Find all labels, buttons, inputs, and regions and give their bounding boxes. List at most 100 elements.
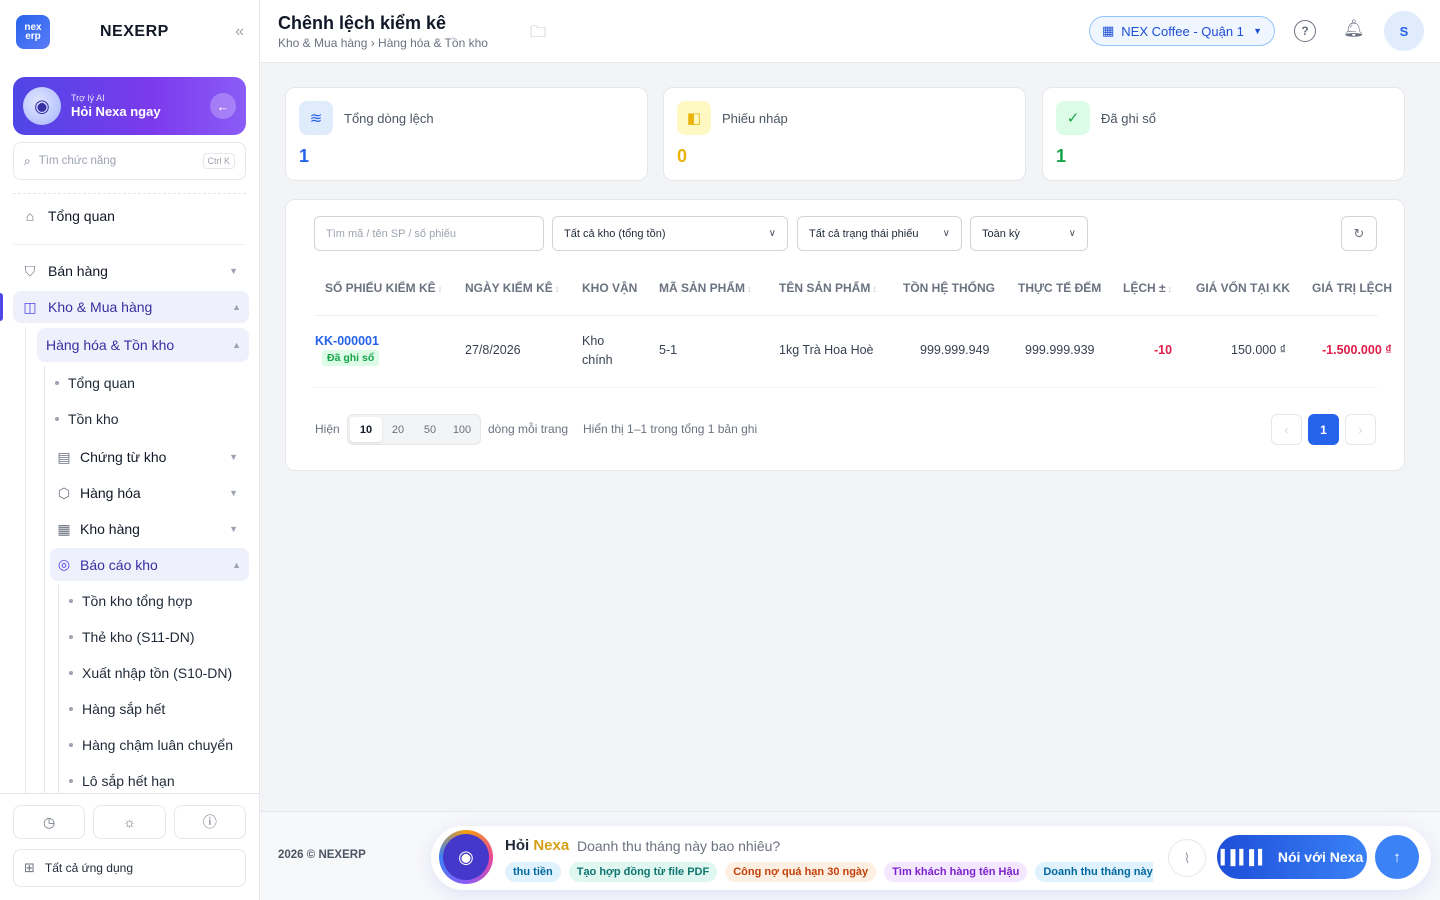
sort-icon: ↕: [437, 284, 443, 294]
period-filter-select[interactable]: Toàn kỳ ∨: [970, 216, 1088, 251]
sidebar-item-sub-stock[interactable]: Tồn kho: [55, 411, 119, 427]
tree-line: [44, 366, 45, 793]
all-apps-button[interactable]: ⊞ Tất cả ứng dụng: [13, 849, 246, 887]
shortcut-hint: Ctrl K: [202, 153, 235, 169]
page-size-option[interactable]: 10: [350, 417, 382, 442]
next-page-button[interactable]: ›: [1345, 414, 1376, 445]
sidebar-item-goods-inventory[interactable]: Hàng hóa & Tồn kho ▲: [37, 328, 249, 362]
cell-counted-qty: 999.999.939: [1025, 343, 1095, 357]
sort-icon: ↕: [747, 284, 752, 294]
page-button-current[interactable]: 1: [1308, 414, 1339, 445]
sidebar-item-sales[interactable]: ⛉ Bán hàng ▼: [20, 260, 246, 282]
bullet-icon: [69, 635, 73, 639]
sidebar-item-report[interactable]: Xuất nhập tồn (S10-DN): [69, 665, 232, 681]
stat-value: 1: [1056, 146, 1067, 166]
suggestion-chip[interactable]: Công nợ quá hạn 30 ngày: [725, 862, 877, 882]
folder-icon[interactable]: 🗀: [530, 21, 546, 48]
avatar[interactable]: S: [1384, 11, 1424, 51]
voucher-code-link[interactable]: KK-000001: [315, 334, 379, 348]
sidebar-item-report[interactable]: Thẻ kho (S11-DN): [69, 629, 195, 645]
ai-chat-bar: ◉ Hỏi Nexa Doanh thu tháng này bao nhiêu…: [431, 826, 1431, 890]
file-icon: ◧: [677, 101, 711, 135]
send-arrow-up-icon[interactable]: ↑: [1375, 835, 1419, 879]
sidebar-item-goods[interactable]: ⬡ Hàng hóa ▼: [55, 482, 246, 504]
ai-assistant-card[interactable]: ◉ Trợ lý AI Hỏi Nexa ngay ←: [13, 77, 246, 135]
paperclip-icon[interactable]: ⌇: [1168, 839, 1206, 877]
theme-sun-icon[interactable]: ☼: [93, 805, 166, 839]
sidebar-item-report[interactable]: Tồn kho tổng hợp: [69, 593, 192, 609]
refresh-icon[interactable]: ↻: [1341, 216, 1377, 251]
robot-icon: ◉: [443, 834, 489, 880]
sidebar-item-warehouse[interactable]: ◫ Kho & Mua hàng ▲: [13, 291, 249, 323]
brand-name: NEXERP: [100, 23, 169, 40]
tree-line: [58, 585, 59, 793]
sidebar-item-overview[interactable]: ⌂ Tổng quan: [20, 205, 246, 227]
store-name: NEX Coffee - Quận 1: [1121, 23, 1244, 39]
bullet-icon: [55, 381, 59, 385]
chat-input[interactable]: Doanh thu tháng này bao nhiêu?: [577, 838, 780, 854]
column-header: GIÁ VỐN TẠI KK: [1196, 281, 1291, 295]
top-header: Chênh lệch kiểm kê Kho & Mua hàng › Hàng…: [260, 0, 1440, 63]
sort-icon: ↕: [554, 284, 560, 294]
history-icon[interactable]: ◷: [13, 805, 86, 839]
logo-row: nex erp NEXERP «: [16, 14, 244, 50]
column-header[interactable]: MÃ SẢN PHẨM ↕: [659, 281, 752, 295]
suggestion-chip[interactable]: Tạo hợp đồng từ file PDF: [568, 862, 718, 882]
page-size-option[interactable]: 50: [414, 417, 446, 442]
nexa-avatar[interactable]: ◉: [439, 830, 493, 884]
sidebar-item-report[interactable]: Lô sắp hết hạn: [69, 773, 175, 789]
sidebar-item-stores[interactable]: ▦ Kho hàng ▼: [55, 518, 246, 540]
help-icon[interactable]: ?: [1294, 20, 1316, 42]
sort-icon: ↕: [1167, 284, 1173, 294]
warehouse-filter-select[interactable]: Tất cả kho (tổng tồn) ∨: [552, 216, 788, 251]
divider: [13, 244, 246, 245]
select-value: Tất cả kho (tổng tồn): [564, 227, 666, 240]
column-header[interactable]: LỆCH ± ↕: [1123, 281, 1172, 295]
report-icon: ◎: [57, 556, 71, 572]
bullet-icon: [55, 417, 59, 421]
arrow-left-icon[interactable]: ←: [210, 93, 236, 119]
suggestion-chip[interactable]: Doanh thu tháng này: [1035, 862, 1153, 882]
voice-chat-button[interactable]: ▍▌▍▌▍ Nói với Nexa: [1217, 835, 1367, 879]
table-search-input[interactable]: Tìm mã / tên SP / số phiếu: [314, 216, 544, 251]
prev-page-button[interactable]: ‹: [1271, 414, 1302, 445]
search-icon: ⌕: [24, 153, 31, 168]
status-filter-select[interactable]: Tất cả trạng thái phiếu ∨: [797, 216, 962, 251]
chevron-down-icon: ▼: [229, 524, 238, 534]
ai-card-title: Hỏi Nexa ngay: [71, 104, 161, 119]
store-selector[interactable]: ▦ NEX Coffee - Quận 1 ▼: [1089, 16, 1275, 46]
column-header[interactable]: TÊN SẢN PHẨM ↕: [779, 281, 877, 295]
sidebar-item-reports[interactable]: ◎ Báo cáo kho ▲: [50, 548, 249, 581]
column-header[interactable]: SỐ PHIẾU KIỂM KÊ ↕: [325, 281, 442, 295]
divider: [0, 793, 260, 794]
sidebar: nex erp NEXERP « ◉ Trợ lý AI Hỏi Nexa ng…: [0, 0, 260, 900]
store-icon: ▦: [1102, 23, 1115, 38]
sidebar-item-report[interactable]: Hàng chậm luân chuyển: [69, 737, 233, 753]
tree-line: [25, 327, 26, 793]
collapse-sidebar-icon[interactable]: «: [235, 23, 244, 41]
sidebar-item-vouchers[interactable]: ▤ Chứng từ kho ▼: [55, 446, 246, 468]
footer: 2026 © NEXERP ◉ Hỏi Nexa Doanh thu tháng…: [260, 811, 1440, 900]
column-header[interactable]: NGÀY KIỂM KÊ ↕: [465, 281, 559, 295]
alert-icon[interactable]: ⓘ: [173, 805, 246, 839]
cell-cost: 150.000 ₫: [1231, 343, 1287, 357]
robot-avatar-icon: ◉: [23, 87, 61, 125]
check-circle-icon: ✓: [1056, 101, 1090, 135]
sidebar-item-report[interactable]: Hàng sắp hết: [69, 701, 165, 717]
bullet-icon: [69, 743, 73, 747]
function-search-input[interactable]: ⌕ Tìm chức năng Ctrl K: [13, 142, 246, 180]
per-page-label: dòng mỗi trang: [488, 422, 569, 436]
chevron-down-icon: ▼: [229, 266, 238, 276]
app-logo[interactable]: nex erp: [16, 15, 50, 49]
suggestion-chip[interactable]: Tìm khách hàng tên Hậu: [884, 862, 1028, 882]
warehouse-icon: ▦: [57, 520, 71, 537]
sidebar-item-sub-overview[interactable]: Tổng quan: [55, 375, 135, 391]
chevron-down-icon: ▼: [1253, 26, 1262, 36]
cell-diff: -10: [1154, 343, 1173, 357]
bell-icon[interactable]: 🔔︎: [1343, 19, 1365, 39]
chevron-down-icon: ∨: [768, 228, 776, 239]
suggestion-chip[interactable]: thu tiền: [505, 862, 561, 882]
page-size-option[interactable]: 100: [446, 417, 478, 442]
sidebar-item-label: Bán hàng: [48, 263, 108, 279]
page-size-option[interactable]: 20: [382, 417, 414, 442]
